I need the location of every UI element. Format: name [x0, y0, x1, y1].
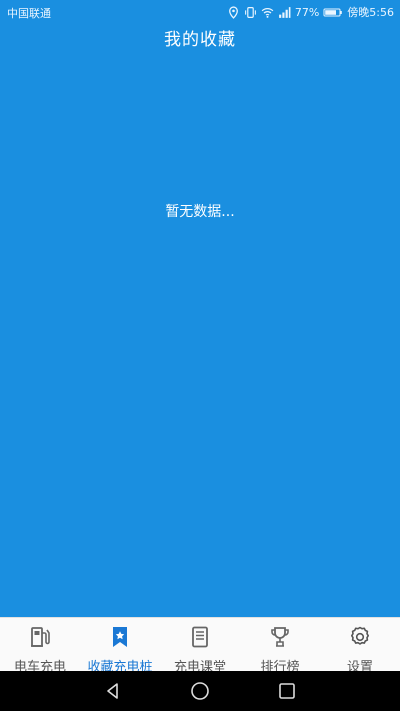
status-icons: 77% 傍晚5:56: [227, 4, 394, 20]
home-circle-icon: [191, 682, 209, 700]
signal-icon: [278, 6, 291, 19]
clock-time: 傍晚5:56: [347, 6, 394, 19]
status-bar: 中国联通 77% 傍晚5:56: [0, 0, 400, 24]
home-button[interactable]: [186, 677, 214, 705]
vibrate-icon: [244, 6, 257, 19]
back-triangle-icon: [107, 683, 119, 699]
battery-percent: 77%: [294, 5, 320, 19]
gear-icon: [348, 625, 372, 653]
tab-favorite-chargers[interactable]: 收藏充电桩: [80, 618, 160, 675]
book-icon: [188, 625, 212, 653]
carrier-name: 中国联通: [7, 7, 51, 20]
gas-pump-icon: [28, 625, 52, 653]
back-button[interactable]: [99, 677, 127, 705]
location-icon: [227, 5, 240, 19]
tab-ev-charging[interactable]: 电车充电: [0, 618, 80, 675]
recents-square-icon: [278, 683, 295, 699]
system-navigation-bar: [0, 671, 400, 711]
tab-leaderboard[interactable]: 排行榜: [240, 618, 320, 675]
bottom-tab-bar: 电车充电 收藏充电桩 充电课堂 排行榜 设置: [0, 617, 400, 675]
empty-state-message: 暂无数据...: [165, 204, 235, 220]
page-title: 我的收藏: [164, 30, 236, 50]
trophy-icon: [268, 625, 292, 653]
recents-button[interactable]: [273, 677, 301, 705]
battery-icon: [323, 6, 343, 19]
tab-settings[interactable]: 设置: [320, 618, 400, 675]
tab-charging-class[interactable]: 充电课堂: [160, 618, 240, 675]
bookmark-star-icon: [108, 625, 132, 653]
wifi-icon: [261, 6, 274, 19]
